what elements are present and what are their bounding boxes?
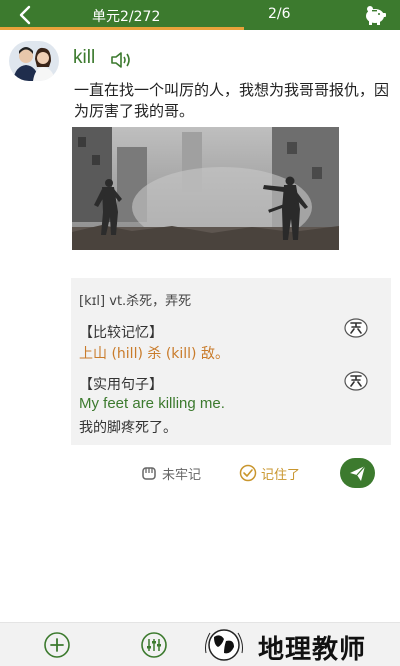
word-title: kill — [73, 47, 96, 68]
example-english: My feet are killing me. — [79, 395, 225, 412]
send-button[interactable] — [340, 458, 375, 488]
back-arrow-icon[interactable] — [14, 4, 38, 26]
word-detail-card: [kɪl] vt.杀死，弄死 【比较记忆】 上山 (hill) 杀 (kill)… — [71, 278, 391, 445]
progress-bar — [0, 27, 244, 30]
send-icon — [350, 465, 366, 481]
mnemonic-title: 【比较记忆】 — [79, 325, 163, 341]
illustration-image — [72, 127, 339, 250]
mnemonic-text: 上山 (hill) 杀 (kill) 敌。 — [79, 346, 229, 362]
top-bar: 单元2/272 2/6 — [0, 0, 400, 30]
unit-progress: 单元2/272 — [92, 9, 161, 25]
example-title: 【实用句子】 — [79, 377, 163, 393]
watermark-text: 地理教师 — [258, 635, 367, 665]
page-progress: 2/6 — [268, 6, 291, 22]
not-remembered-button[interactable]: 未牢记 — [140, 462, 201, 484]
example-chinese: 我的脚疼死了。 — [79, 420, 177, 436]
example-edit-icon[interactable] — [343, 370, 369, 392]
watermark-logo-icon — [205, 629, 243, 661]
sliders-icon[interactable] — [138, 631, 170, 659]
remembered-button[interactable]: 记住了 — [239, 462, 300, 484]
speaker-icon[interactable] — [109, 50, 133, 70]
remembered-label: 记住了 — [261, 467, 301, 483]
example-sentence: 一直在找一个叫厉的人，我想为我哥哥报仇，因为厉害了我的哥。 — [74, 81, 390, 120]
piggy-bank-icon[interactable] — [362, 2, 388, 28]
not-remembered-label: 未牢记 — [162, 467, 202, 483]
bottom-toolbar: 地理教师 — [0, 622, 400, 666]
phonetic-definition: [kɪl] vt.杀死，弄死 — [79, 294, 192, 309]
fist-icon — [142, 467, 156, 480]
avatar — [9, 41, 59, 81]
check-circle-icon — [239, 464, 257, 482]
add-icon[interactable] — [41, 631, 73, 659]
mnemonic-edit-icon[interactable] — [343, 317, 369, 339]
